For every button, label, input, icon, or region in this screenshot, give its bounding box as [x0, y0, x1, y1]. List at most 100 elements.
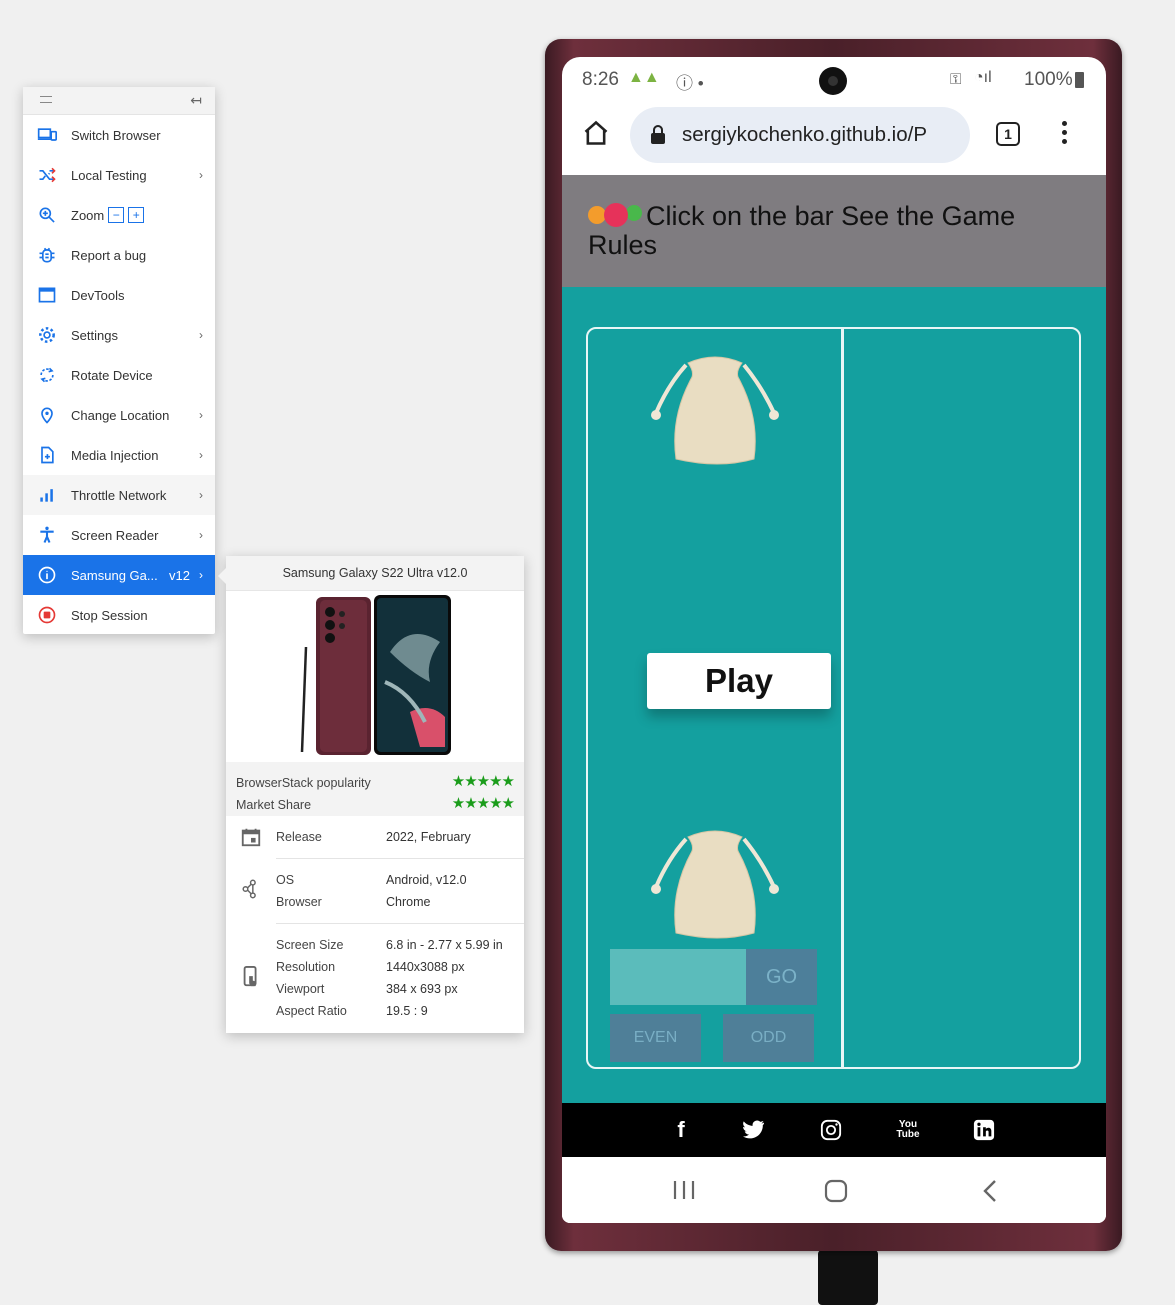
vpn-key-icon: ⚿: [950, 71, 962, 88]
menu-item-screen-reader[interactable]: Screen Reader ›: [23, 515, 215, 555]
screen-section: Screen Size 6.8 in - 2.77 x 5.99 in Reso…: [226, 924, 524, 1029]
menu-item-devtools[interactable]: DevTools: [23, 275, 215, 315]
lock-icon: [650, 125, 666, 150]
menu-item-label: Samsung Ga...: [71, 567, 158, 583]
menu-item-throttle-network[interactable]: Throttle Network ›: [23, 475, 215, 515]
android-icon: ▲▲: [628, 69, 660, 86]
social-footer: f You Tube: [562, 1103, 1106, 1157]
chevron-right-icon: ›: [199, 488, 203, 502]
zoom-in-button[interactable]: +: [128, 207, 145, 223]
bet-input[interactable]: [610, 949, 746, 1005]
device-title: Samsung Galaxy S22 Ultra v12.0: [226, 556, 524, 591]
rotate-icon: [23, 365, 71, 385]
linkedin-icon[interactable]: [971, 1117, 997, 1143]
menu-item-rotate-device[interactable]: Rotate Device: [23, 355, 215, 395]
browserstack-toolbar-menu: ↤ Switch Browser Local Testing › Zoom − …: [23, 87, 215, 634]
recent-apps-icon[interactable]: [672, 1179, 696, 1206]
game-header[interactable]: Click on the bar See the Game Rules: [562, 175, 1106, 287]
home-button-icon[interactable]: [824, 1179, 848, 1208]
device-version: v12: [169, 568, 190, 583]
os-label: OS: [276, 873, 295, 887]
chevron-right-icon: ›: [199, 448, 203, 462]
menu-item-change-location[interactable]: Change Location ›: [23, 395, 215, 435]
device-image: [226, 591, 524, 758]
screen-size-label: Screen Size: [276, 938, 344, 952]
youtube-icon[interactable]: You Tube: [895, 1117, 921, 1143]
resolution-value: 1440x3088 px: [386, 960, 465, 974]
window-icon: [23, 285, 71, 305]
menu-item-switch-browser[interactable]: Switch Browser: [23, 115, 215, 155]
market-share-label: Market Share: [236, 798, 312, 812]
menu-item-label: Report a bug: [71, 247, 147, 263]
front-camera: [819, 67, 847, 95]
location-pin-icon: [23, 405, 71, 425]
status-bar: 8:26 ▲▲ ⓘ • ⚿ ◔ıl 100%: [562, 57, 1106, 103]
even-button[interactable]: EVEN: [610, 1014, 701, 1062]
instagram-icon[interactable]: [818, 1117, 844, 1143]
stop-icon: [23, 605, 71, 625]
menu-header: ↤: [23, 87, 215, 115]
game-area: Play GO EVEN ODD: [562, 287, 1106, 1103]
menu-item-report-bug[interactable]: Report a bug: [23, 235, 215, 275]
viewport-value: 384 x 693 px: [386, 982, 458, 996]
top-bag-image: [651, 356, 779, 465]
menu-item-label: Switch Browser: [71, 127, 161, 143]
menu-item-label: Change Location: [71, 407, 170, 423]
chevron-right-icon: ›: [199, 528, 203, 542]
menu-item-label: Throttle Network: [71, 487, 167, 503]
board-divider: [841, 329, 844, 1067]
info-icon: [23, 565, 71, 585]
calendar-icon: [240, 826, 262, 853]
zoom-out-button[interactable]: −: [108, 207, 125, 223]
menu-item-media-injection[interactable]: Media Injection ›: [23, 435, 215, 475]
twitter-icon[interactable]: [741, 1117, 767, 1143]
phone-screen[interactable]: 8:26 ▲▲ ⓘ • ⚿ ◔ıl 100% sergiykochenko.gi…: [562, 57, 1106, 1223]
home-icon[interactable]: [582, 119, 610, 152]
menu-item-label: Rotate Device: [71, 367, 153, 383]
info-circle-icon: ⓘ •: [676, 74, 704, 93]
screen-size-value: 6.8 in - 2.77 x 5.99 in: [386, 938, 503, 952]
menu-item-label: Zoom: [71, 207, 105, 223]
collapse-arrow-icon[interactable]: ↤: [190, 92, 202, 109]
chevron-right-icon: ›: [199, 568, 203, 582]
chevron-right-icon: ›: [199, 408, 203, 422]
menu-item-label: Screen Reader: [71, 527, 159, 543]
resolution-label: Resolution: [276, 960, 336, 974]
release-value: 2022, February: [386, 830, 471, 844]
menu-item-stop-session[interactable]: Stop Session: [23, 595, 215, 635]
play-button[interactable]: Play: [647, 653, 831, 709]
os-value: Android, v12.0: [386, 873, 467, 887]
battery-icon: [1075, 72, 1084, 88]
address-bar[interactable]: sergiykochenko.github.io/P: [630, 107, 970, 163]
go-button[interactable]: GO: [746, 949, 817, 1005]
menu-item-label: Settings: [71, 327, 118, 343]
bug-icon: [23, 245, 71, 265]
zoom-in-icon: [23, 205, 71, 225]
menu-item-label: DevTools: [71, 287, 125, 303]
branch-icon: [240, 877, 262, 906]
usb-cable: [818, 1250, 878, 1305]
drag-handle-icon[interactable]: [40, 96, 52, 103]
shuffle-icon: [23, 165, 71, 185]
os-section: OS Android, v12.0 Browser Chrome: [226, 859, 524, 923]
bottom-bag-image: [651, 830, 779, 939]
popularity-stars: ★★★★★: [451, 773, 515, 790]
back-icon[interactable]: [980, 1179, 1000, 1208]
odd-button[interactable]: ODD: [723, 1014, 814, 1062]
facebook-icon[interactable]: f: [668, 1117, 694, 1143]
popularity-label: BrowserStack popularity: [236, 776, 371, 790]
file-add-icon: [23, 445, 71, 465]
gear-icon: [23, 325, 71, 345]
aspect-ratio-label: Aspect Ratio: [276, 1004, 347, 1018]
tab-count-button[interactable]: 1: [996, 122, 1020, 146]
menu-item-settings[interactable]: Settings ›: [23, 315, 215, 355]
android-nav-bar: [562, 1157, 1106, 1223]
viewport-label: Viewport: [276, 982, 325, 996]
menu-item-device-info[interactable]: Samsung Ga... v12 ›: [23, 555, 215, 595]
browser-url-bar: sergiykochenko.github.io/P 1: [562, 103, 1106, 175]
more-options-icon[interactable]: [1062, 121, 1068, 148]
status-time: 8:26: [582, 69, 619, 90]
menu-item-label: Stop Session: [71, 607, 148, 623]
chevron-right-icon: ›: [199, 168, 203, 182]
menu-item-local-testing[interactable]: Local Testing ›: [23, 155, 215, 195]
